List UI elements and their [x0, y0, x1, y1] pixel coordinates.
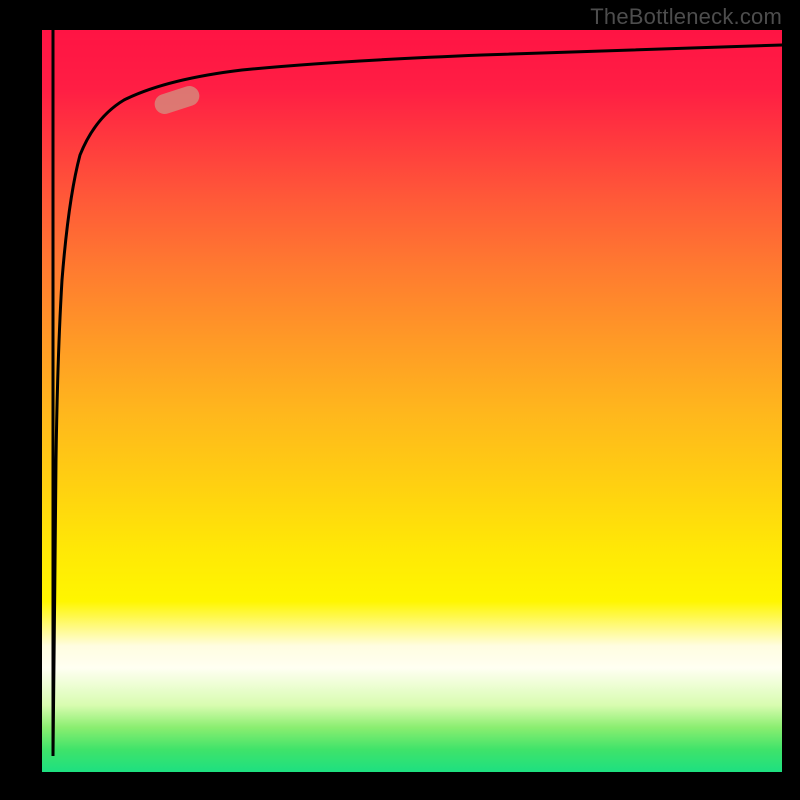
plot-area	[42, 30, 782, 772]
curve-path	[53, 30, 782, 756]
watermark-text: TheBottleneck.com	[590, 4, 782, 30]
chart-frame: TheBottleneck.com	[0, 0, 800, 800]
bottleneck-curve	[42, 30, 782, 772]
